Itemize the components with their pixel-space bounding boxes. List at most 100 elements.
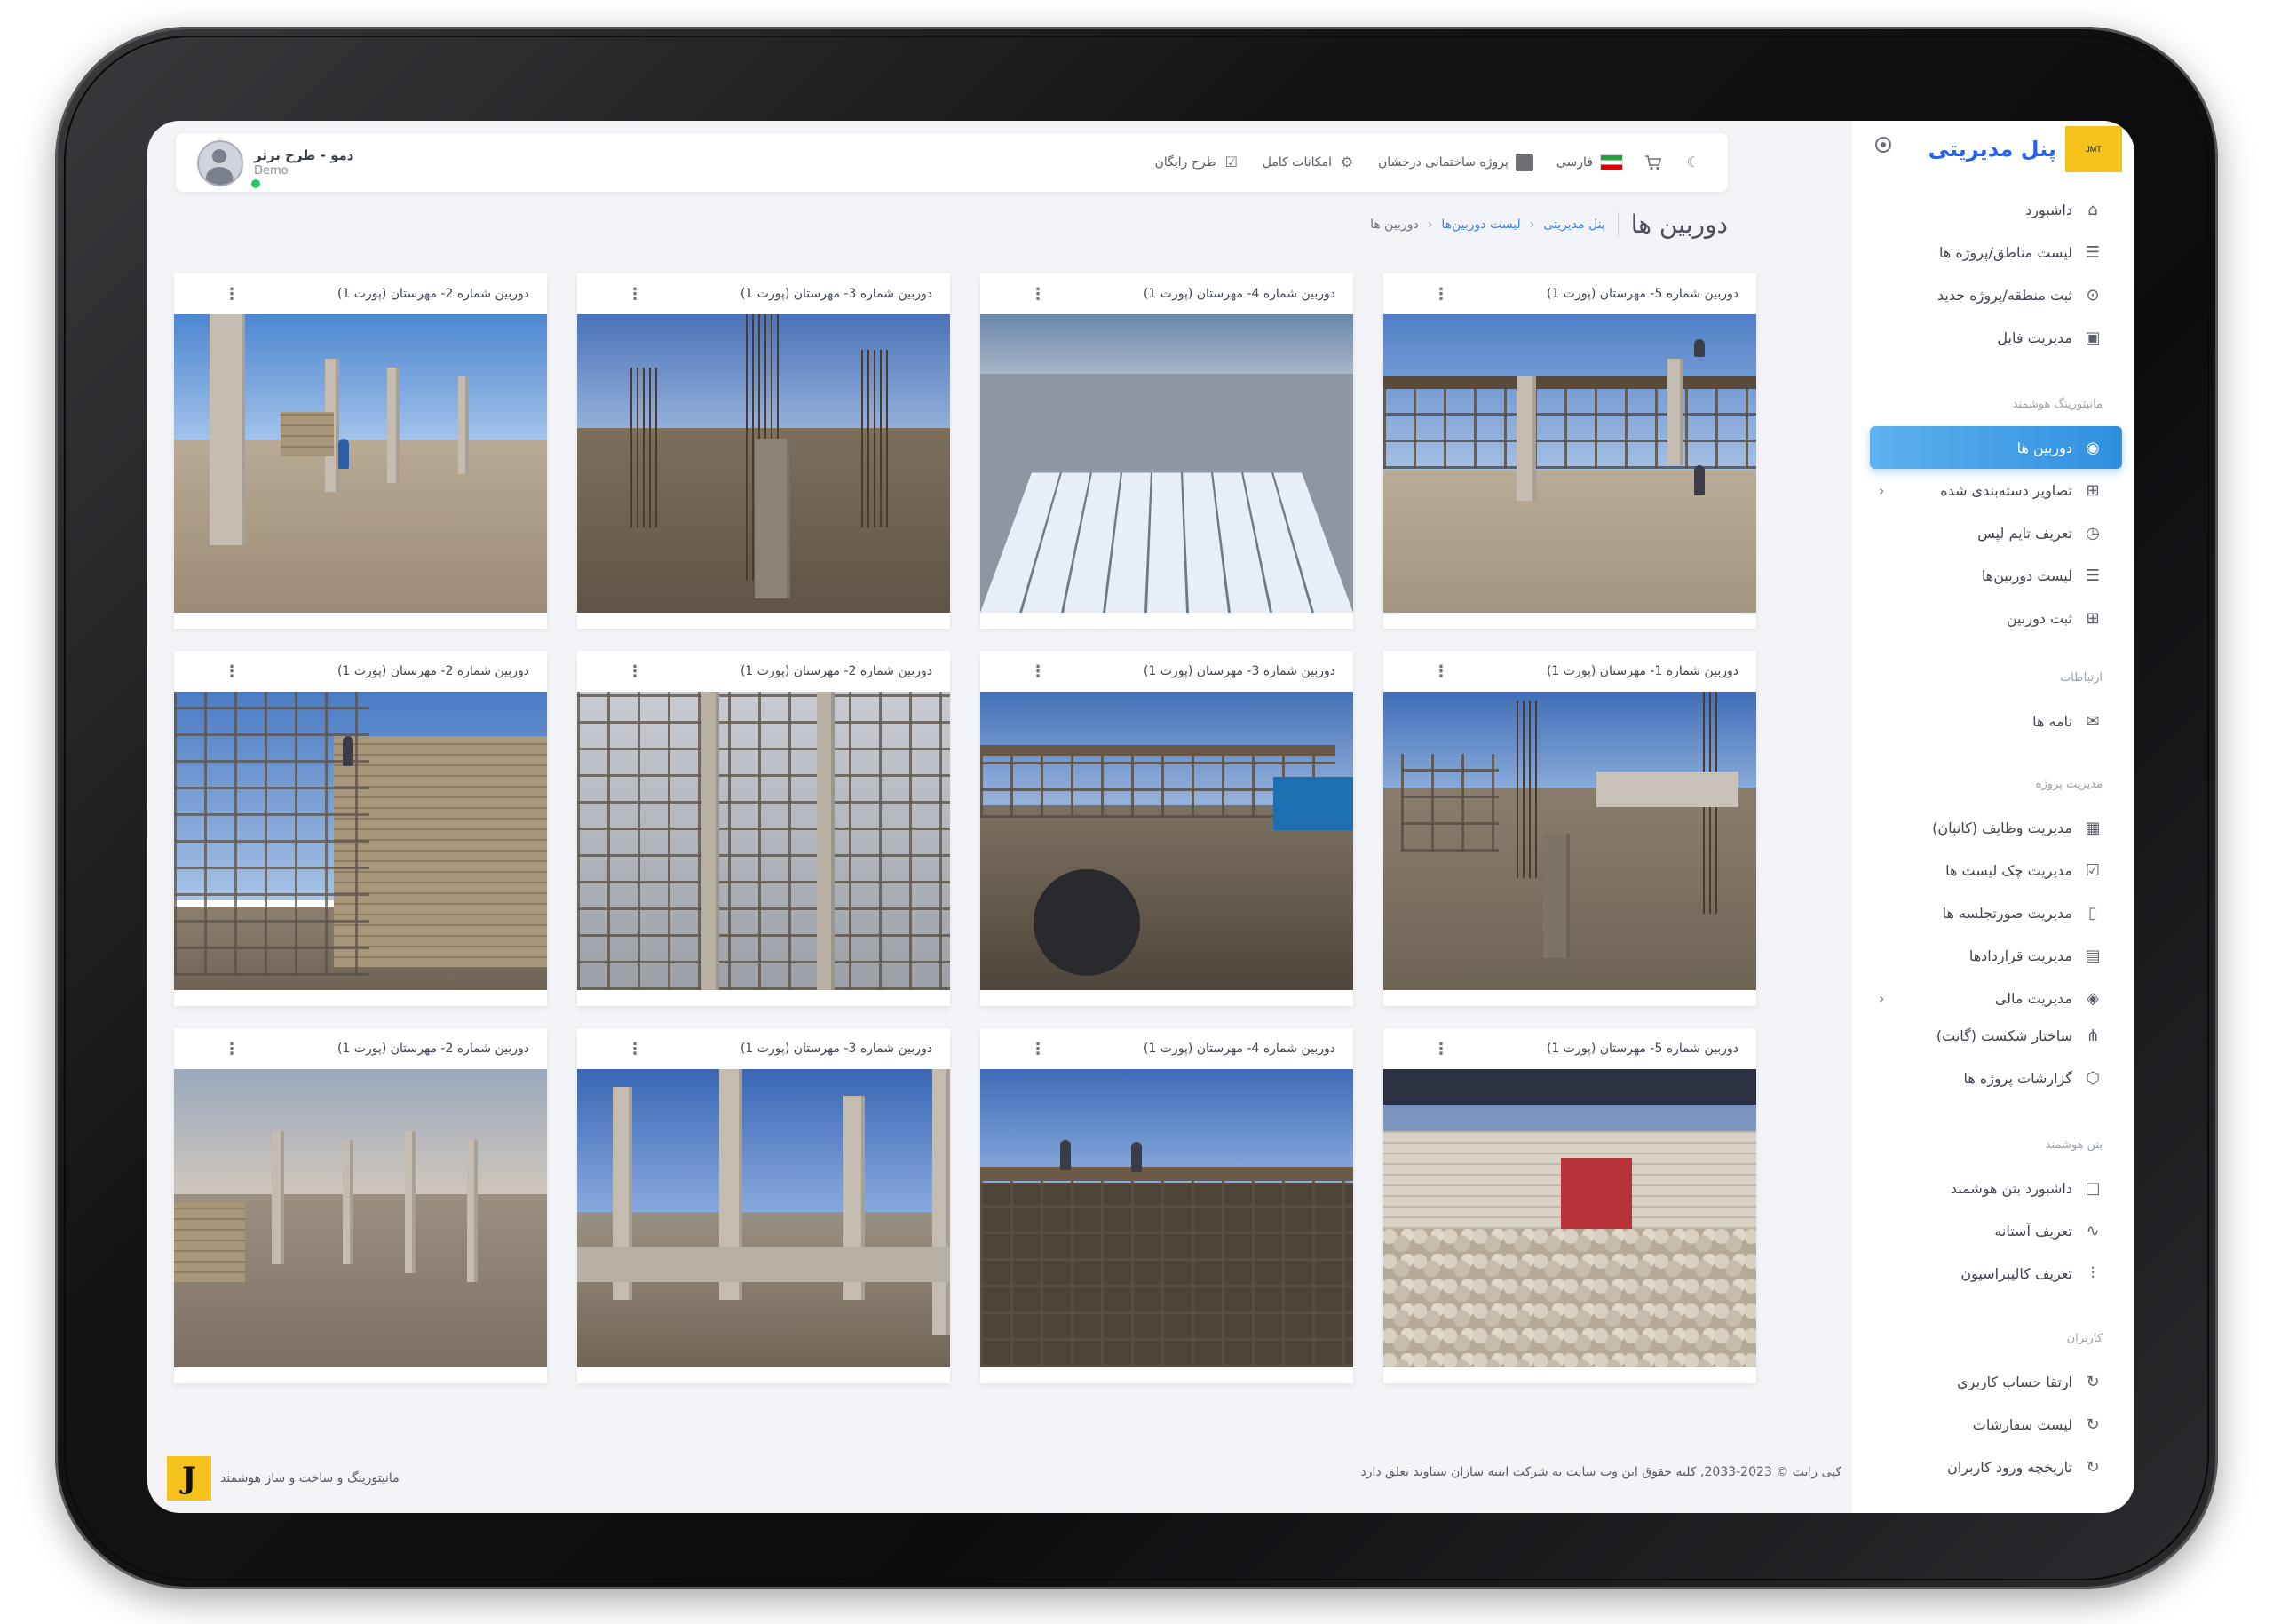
sidebar-item-letters[interactable]: ✉ نامه ها [1870,700,2122,742]
camera-snapshot[interactable] [577,1069,950,1367]
camera-card[interactable]: دوربین شماره 2- مهرستان (پورت 1) ⋮ [174,651,547,1006]
free-plan-label: طرح رایگان [1154,155,1216,170]
user-name: دمو - طرح برتر [254,147,354,163]
breadcrumb: پنل مدیریتی ‹ لیست دوربین‌ها ‹ دوربین ها [1370,218,1605,232]
camera-snapshot[interactable] [980,1069,1353,1367]
brand[interactable]: JMT پنل مدیریتی [1928,126,2122,172]
sidebar-item-checklists[interactable]: ☑ مدیریت چک لیست ها [1870,849,2122,891]
sidebar-item-project-reports[interactable]: ⬡ گزارشات پروژه ها [1870,1057,2122,1099]
sidebar-item-camera-list[interactable]: ☰ لیست دوربین‌ها [1870,554,2122,597]
more-vertical-icon[interactable]: ⋮ [1030,1040,1046,1058]
layers-icon: ◈ [2087,988,2099,1008]
sidebar-item-minutes[interactable]: ▯ مدیریت صورتجلسه ها [1870,891,2122,934]
camera-card[interactable]: دوربین شماره 3- مهرستان (پورت 1) ⋮ [577,273,950,629]
camera-snapshot[interactable] [174,692,547,990]
sidebar-item-finance[interactable]: ◈ مدیریت مالی ‹ [1870,977,2122,1019]
camera-snapshot[interactable] [1383,1069,1756,1367]
file-icon: ▯ [2088,903,2097,923]
sidebar-item-categorized-images[interactable]: ⊞ تصاویر دسته‌بندی شده ‹ [1870,469,2122,511]
more-vertical-icon[interactable]: ⋮ [1030,285,1046,304]
box-icon: ⬡ [2086,1068,2100,1088]
breadcrumb-current: دوربین ها [1370,217,1419,232]
online-status-dot [249,178,262,190]
camera-snapshot[interactable] [1383,692,1756,990]
project-selector[interactable]: پروژه ساختمانی درخشان [1378,154,1533,171]
camera-title: دوربین شماره 1- مهرستان (پورت 1) [1546,664,1738,678]
camera-snapshot[interactable] [174,314,547,613]
more-vertical-icon[interactable]: ⋮ [1433,285,1449,304]
sidebar-item-project-list[interactable]: ☰ لیست مناطق/پروژه ها [1870,231,2122,273]
camera-card[interactable]: دوربین شماره 2- مهرستان (پورت 1) ⋮ [174,273,547,629]
sidebar-item-orders[interactable]: ↻ لیست سفارشات [1870,1403,2122,1446]
sidebar-item-contracts[interactable]: ▤ مدیریت قراردادها [1870,934,2122,977]
more-vertical-icon[interactable]: ⋮ [1433,1040,1449,1058]
camera-title: دوربین شماره 2- مهرستان (پورت 1) [740,664,932,678]
cart-icon[interactable] [1645,154,1662,170]
camera-title: دوربین شماره 3- مهرستان (پورت 1) [740,287,932,301]
moon-icon[interactable]: ☾ [1685,154,1701,170]
chevron-left-icon: ‹ [1427,217,1433,232]
sidebar-item-file-manager[interactable]: ▣ مدیریت فایل [1870,316,2122,359]
gear-icon: ⚙ [1340,154,1354,170]
camera-card[interactable]: دوربین شماره 4- مهرستان (پورت 1) ⋮ [980,273,1353,629]
camera-card[interactable]: دوربین شماره 2- مهرستان (پورت 1) ⋮ [174,1028,547,1383]
camera-snapshot[interactable] [577,314,950,613]
camera-card[interactable]: دوربین شماره 5- مهرستان (پورت 1) ⋮ [1383,1028,1756,1383]
checklist-icon: ☑ [2085,860,2101,880]
refresh-icon: ↻ [2086,1457,2100,1477]
main-content: دمو - طرح برتر Demo ☾ فارسی پروژه ساختما… [147,121,1852,1513]
more-vertical-icon[interactable]: ⋮ [1433,662,1449,681]
more-vertical-icon[interactable]: ⋮ [627,662,643,681]
camera-snapshot[interactable] [577,692,950,990]
language-selector[interactable]: فارسی [1556,154,1623,170]
more-vertical-icon[interactable]: ⋮ [1030,662,1046,681]
camera-card[interactable]: دوربین شماره 4- مهرستان (پورت 1) ⋮ [980,1028,1353,1383]
more-vertical-icon[interactable]: ⋮ [224,285,240,304]
user-menu[interactable]: دمو - طرح برتر Demo [197,140,354,190]
sidebar-item-calibration[interactable]: ⫶ تعریف کالیبراسیون [1870,1252,2122,1295]
more-vertical-icon[interactable]: ⋮ [224,662,240,681]
kanban-icon: ▦ [2085,818,2101,837]
more-vertical-icon[interactable]: ⋮ [224,1040,240,1058]
sidebar-item-upgrade-account[interactable]: ↻ ارتقا حساب کاربری [1870,1360,2122,1403]
sidebar-item-new-project[interactable]: ⊙ ثبت منطقه/پروژه جدید [1870,273,2122,316]
sidebar-section-communications: ارتباطات [2060,671,2103,685]
sidebar-item-threshold[interactable]: ∿ تعریف آستانه [1870,1209,2122,1252]
camera-snapshot[interactable] [174,1069,547,1367]
list-icon: ☰ [2085,566,2101,585]
sidebar-item-concrete-dashboard[interactable]: □ داشبورد بتن هوشمند [1870,1167,2122,1209]
sidebar-item-login-history[interactable]: ↻ تاریخچه ورود کاربران [1870,1446,2122,1488]
camera-snapshot[interactable] [980,314,1353,613]
avatar[interactable] [197,140,243,186]
footer-tagline: مانیتورینگ و ساخت و ساز هوشمند [220,1471,400,1485]
more-vertical-icon[interactable]: ⋮ [627,1040,643,1058]
camera-title: دوربین شماره 3- مهرستان (پورت 1) [740,1042,932,1056]
free-plan-link[interactable]: ☑ طرح رایگان [1155,154,1239,170]
sidebar-item-dashboard[interactable]: ⌂ داشبورد [1870,188,2122,231]
camera-card[interactable]: دوربین شماره 3- مهرستان (پورت 1) ⋮ [980,651,1353,1006]
language-label: فارسی [1556,155,1593,170]
refresh-icon: ↻ [2086,1414,2100,1434]
camera-card[interactable]: دوربین شماره 2- مهرستان (پورت 1) ⋮ [577,651,950,1006]
sidebar-pin-toggle[interactable] [1875,137,1891,153]
more-vertical-icon[interactable]: ⋮ [627,285,643,304]
camera-card[interactable]: دوربین شماره 1- مهرستان (پورت 1) ⋮ [1383,651,1756,1006]
sidebar-item-add-camera[interactable]: ⊞ ثبت دوربین [1870,597,2122,639]
sidebar-item-timelapse[interactable]: ◷ تعریف تایم لپس [1870,511,2122,554]
screen: دمو - طرح برتر Demo ☾ فارسی پروژه ساختما… [147,121,2134,1513]
pulse-icon: ∿ [2086,1221,2100,1240]
breadcrumb-camera-list[interactable]: لیست دوربین‌ها [1441,218,1520,232]
full-features-link[interactable]: ⚙ امکانات کامل [1263,154,1355,170]
camera-card[interactable]: دوربین شماره 5- مهرستان (پورت 1) ⋮ [1383,273,1756,629]
breadcrumb-home[interactable]: پنل مدیریتی [1543,218,1604,232]
sidebar-item-cameras[interactable]: ◉ دوربین ها [1870,426,2122,469]
list-icon: ☰ [2085,242,2101,262]
sidebar-item-gantt[interactable]: ⋔ ساختار شکست (گانت) [1870,1014,2122,1057]
chevron-left-icon: ‹ [1879,989,1885,1007]
sidebar-item-kanban[interactable]: ▦ مدیریت وظایف (کانبان) [1870,806,2122,849]
camera-snapshot[interactable] [1383,314,1756,613]
camera-card[interactable]: دوربین شماره 3- مهرستان (پورت 1) ⋮ [577,1028,950,1383]
hierarchy-icon: ⋔ [2086,1026,2100,1045]
camera-snapshot[interactable] [980,692,1353,990]
checkbox-icon: ☑ [1224,154,1238,170]
